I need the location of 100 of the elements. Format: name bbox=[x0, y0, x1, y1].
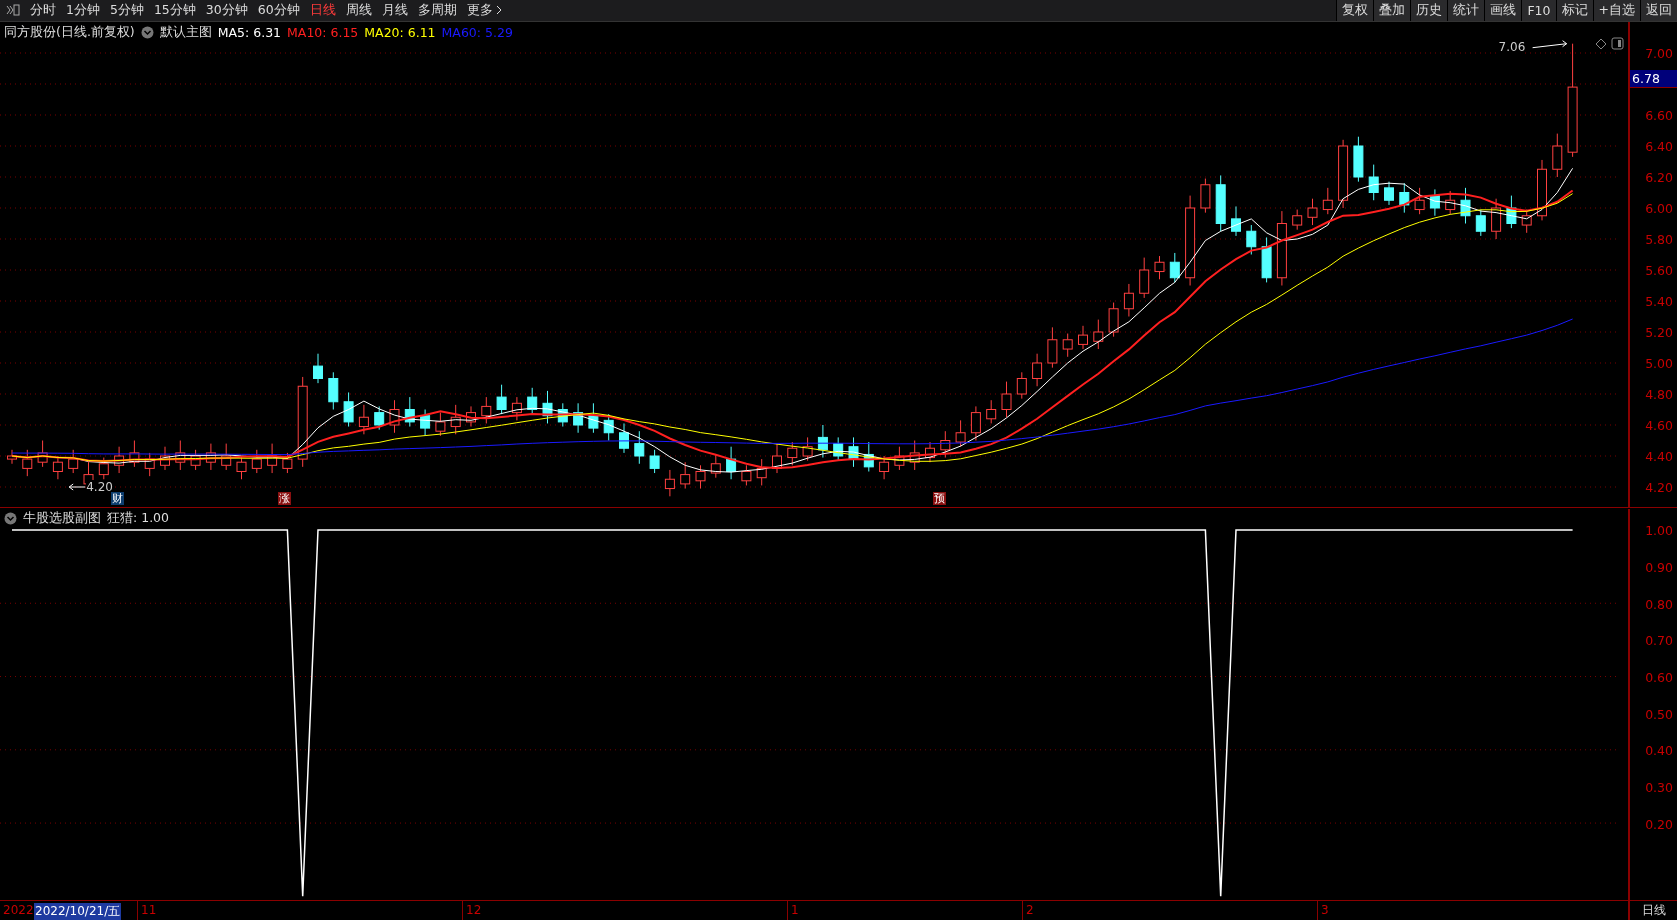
high-leader-line bbox=[1532, 40, 1568, 49]
dropdown-icon[interactable] bbox=[140, 26, 154, 39]
indicator-axis-label: 0.30 bbox=[1645, 779, 1673, 795]
candlestick bbox=[496, 384, 507, 415]
toolbar-button[interactable]: F10 bbox=[1521, 0, 1556, 21]
period-tab[interactable]: 分时 bbox=[30, 2, 56, 19]
price-axis-label: 4.40 bbox=[1645, 448, 1673, 464]
candlestick bbox=[98, 457, 109, 480]
candlestick bbox=[1491, 198, 1502, 240]
toolbar-button[interactable]: 统计 bbox=[1447, 0, 1485, 21]
candlestick bbox=[1032, 353, 1043, 387]
period-tab[interactable]: 更多 bbox=[466, 2, 502, 19]
candlestick bbox=[1307, 198, 1318, 226]
candlestick bbox=[634, 430, 645, 465]
candlestick bbox=[1460, 187, 1471, 224]
panel-toggle-icon[interactable] bbox=[1611, 37, 1624, 50]
month-label: 12 bbox=[465, 903, 483, 918]
month-label: 3 bbox=[1320, 903, 1330, 918]
candlestick bbox=[37, 440, 48, 468]
period-tab[interactable]: 15分钟 bbox=[153, 2, 196, 19]
period-tab[interactable]: 5分钟 bbox=[109, 2, 144, 19]
toolbar-button[interactable]: 画线 bbox=[1484, 0, 1522, 21]
candlestick bbox=[726, 446, 737, 480]
collapse-icon[interactable] bbox=[6, 4, 20, 17]
candlestick bbox=[1062, 333, 1073, 358]
candlestick bbox=[588, 402, 599, 434]
candlestick bbox=[1200, 178, 1211, 214]
period-tab[interactable]: 月线 bbox=[381, 2, 408, 19]
candlestick bbox=[129, 440, 140, 468]
indicator-axis-label: 0.50 bbox=[1645, 706, 1673, 722]
candlestick bbox=[68, 449, 79, 474]
candlestick bbox=[1231, 205, 1241, 237]
candlestick bbox=[970, 405, 981, 441]
candlestick bbox=[710, 453, 721, 479]
indicator-axis-label: 0.70 bbox=[1645, 632, 1673, 648]
candlestick bbox=[1215, 174, 1226, 232]
candlestick bbox=[1445, 190, 1456, 215]
candlestick bbox=[1338, 139, 1349, 209]
candlestick bbox=[221, 443, 232, 471]
candlestick bbox=[925, 441, 935, 463]
candlestick bbox=[940, 430, 951, 459]
event-tag[interactable]: 预 bbox=[933, 492, 946, 505]
toolbar-button[interactable]: 标记 bbox=[1555, 0, 1593, 21]
candlestick bbox=[955, 419, 966, 448]
candlestick bbox=[7, 449, 17, 465]
period-tab[interactable]: 1分钟 bbox=[66, 2, 100, 19]
price-axis-label: 4.80 bbox=[1645, 386, 1673, 402]
candlestick bbox=[251, 449, 262, 474]
price-axis-label: 6.00 bbox=[1645, 200, 1673, 216]
month-label: 11 bbox=[140, 903, 158, 918]
period-tab[interactable]: 30分钟 bbox=[205, 2, 248, 19]
template-name[interactable]: 默认主图 bbox=[159, 24, 212, 41]
candlestick bbox=[358, 404, 369, 435]
price-axis-label: 6.60 bbox=[1645, 107, 1673, 123]
price-axis-label: 5.20 bbox=[1645, 324, 1673, 340]
candlestick bbox=[343, 391, 354, 428]
candlestick bbox=[1353, 136, 1364, 183]
event-tag[interactable]: 涨 bbox=[278, 492, 292, 505]
diamond-icon[interactable] bbox=[1595, 38, 1607, 50]
candlestick bbox=[817, 424, 828, 459]
dropdown-icon[interactable] bbox=[4, 512, 17, 526]
candlestick bbox=[986, 399, 997, 424]
high-price-label: 7.06 bbox=[1498, 39, 1526, 54]
candlestick bbox=[756, 458, 767, 486]
candlestick bbox=[1384, 181, 1394, 206]
candlestick bbox=[1368, 164, 1379, 201]
event-tag[interactable]: 财 bbox=[111, 492, 125, 505]
moving-average-value: MA5: 6.31 bbox=[217, 25, 282, 40]
candlestick bbox=[22, 449, 33, 477]
candlestick bbox=[894, 446, 905, 471]
candlestick bbox=[1108, 302, 1119, 338]
candlestick bbox=[160, 446, 170, 471]
month-label: 1 bbox=[790, 903, 800, 918]
toolbar-button[interactable]: 历史 bbox=[1410, 0, 1448, 21]
toolbar-button[interactable]: 复权 bbox=[1336, 0, 1374, 21]
candlestick bbox=[603, 413, 614, 441]
candlestick bbox=[649, 449, 660, 474]
period-tab[interactable]: 多周期 bbox=[417, 2, 457, 19]
candlestick bbox=[802, 436, 813, 462]
indicator-axis-label: 0.90 bbox=[1645, 559, 1673, 575]
candlestick bbox=[573, 402, 584, 434]
price-axis-label: 5.00 bbox=[1645, 355, 1673, 371]
candlestick bbox=[1292, 209, 1303, 231]
indicator-title[interactable]: 牛股选股副图 bbox=[23, 510, 101, 528]
price-axis-label: 4.60 bbox=[1645, 417, 1673, 433]
candlestick bbox=[1169, 252, 1180, 283]
candlestick bbox=[619, 422, 629, 454]
candlestick bbox=[1552, 133, 1563, 178]
toolbar-button[interactable]: +自选 bbox=[1592, 0, 1640, 21]
moving-average-value: MA60: 5.29 bbox=[441, 25, 513, 40]
candlestick bbox=[1521, 209, 1532, 234]
candlestick bbox=[1047, 326, 1058, 369]
period-tab[interactable]: 日线 bbox=[309, 2, 336, 19]
current-price-label: 6.78 bbox=[1630, 70, 1677, 88]
toolbar-button[interactable]: 叠加 bbox=[1373, 0, 1411, 21]
toolbar-button[interactable]: 返回 bbox=[1640, 0, 1677, 21]
price-axis-label: 5.40 bbox=[1645, 293, 1673, 309]
candlestick bbox=[404, 396, 415, 428]
period-tab[interactable]: 周线 bbox=[345, 2, 372, 19]
period-tab[interactable]: 60分钟 bbox=[257, 2, 300, 19]
